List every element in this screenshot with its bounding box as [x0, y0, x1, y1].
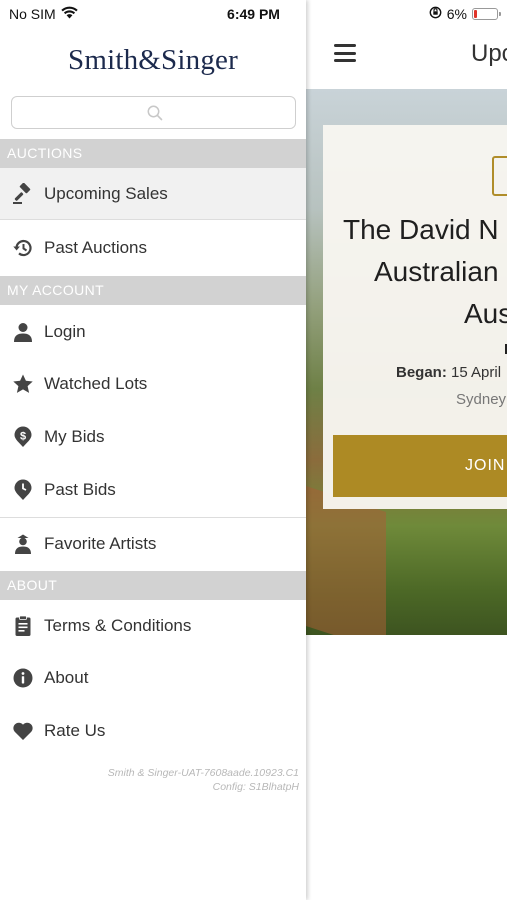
menu-label-terms-conditions: Terms & Conditions: [44, 615, 192, 635]
menu-item-upcoming-sales[interactable]: Upcoming Sales: [0, 168, 306, 219]
artist-icon: [11, 532, 35, 556]
menu-item-past-bids[interactable]: Past Bids: [0, 464, 306, 515]
auction-card[interactable]: The David N Australian Aus I Began: 15 A…: [323, 125, 507, 509]
page-title: Upc: [471, 40, 507, 67]
svg-text:$: $: [20, 430, 26, 442]
section-header-my-account: MY ACCOUNT: [0, 276, 306, 305]
menu-label-rate-us: Rate Us: [44, 720, 106, 740]
dollar-pin-icon: $: [11, 425, 35, 449]
menu-label-my-bids: My Bids: [44, 426, 105, 446]
menu-item-rate-us[interactable]: Rate Us: [0, 705, 306, 756]
search-icon: [146, 104, 164, 122]
heart-icon: [11, 719, 35, 743]
navigation-drawer: Smith&Singer AUCTIONS Upcoming Sales Pas…: [0, 0, 306, 900]
began-value: 15 April: [451, 364, 502, 381]
menu-item-favorite-artists[interactable]: Favorite Artists: [0, 518, 306, 569]
menu-item-my-bids[interactable]: $ My Bids: [0, 411, 306, 462]
menu-item-past-auctions[interactable]: Past Auctions: [0, 222, 306, 273]
battery-percent: 6%: [446, 6, 467, 22]
menu-label-favorite-artists: Favorite Artists: [44, 533, 157, 553]
auction-began: Began: 15 April: [396, 364, 501, 381]
battery-icon: [472, 8, 501, 20]
auction-title-line-3: Aus: [464, 298, 507, 329]
auction-title: The David N Australian Aus: [343, 209, 507, 335]
auction-title-line-1: The David N: [343, 214, 499, 245]
hamburger-menu-icon[interactable]: [334, 44, 356, 62]
clock-pin-icon: [11, 478, 35, 502]
user-icon: [11, 320, 35, 344]
menu-label-login: Login: [44, 321, 86, 341]
menu-divider: [0, 219, 306, 220]
document-icon: [11, 614, 35, 638]
menu-label-upcoming-sales: Upcoming Sales: [44, 183, 168, 203]
menu-label-about: About: [44, 667, 89, 687]
status-right: 6%: [429, 6, 501, 22]
auction-status-badge: [492, 156, 507, 196]
auction-location: Sydney: [456, 391, 507, 408]
began-label: Began:: [396, 364, 447, 381]
gavel-icon: [11, 182, 35, 206]
auction-hero-image[interactable]: The David N Australian Aus I Began: 15 A…: [306, 89, 507, 635]
battery-level: [474, 10, 477, 18]
section-header-about: ABOUT: [0, 571, 306, 600]
menu-item-login[interactable]: Login: [0, 306, 306, 357]
section-header-auctions: AUCTIONS: [0, 139, 306, 168]
history-icon: [11, 236, 35, 260]
version-build: Smith & Singer-UAT-7608aade.10923.C1: [107, 767, 299, 779]
join-button[interactable]: JOIN: [333, 435, 507, 497]
app-version-info: Smith & Singer-UAT-7608aade.10923.C1 Con…: [108, 766, 299, 794]
main-content: Upc The David N Australian Aus I Began: …: [306, 0, 507, 900]
main-header: Upc: [306, 30, 507, 82]
status-bar: No SIM 6:49 PM 6%: [0, 0, 507, 30]
menu-item-terms-conditions[interactable]: Terms & Conditions: [0, 600, 306, 651]
orientation-lock-icon: [429, 6, 442, 22]
menu-label-past-bids: Past Bids: [44, 479, 116, 499]
menu-item-watched-lots[interactable]: Watched Lots: [0, 358, 306, 409]
menu-item-about[interactable]: About: [0, 652, 306, 703]
menu-label-past-auctions: Past Auctions: [44, 237, 148, 257]
brand-logo: Smith&Singer: [68, 44, 238, 76]
menu-label-watched-lots: Watched Lots: [44, 373, 148, 393]
search-input[interactable]: [11, 96, 296, 129]
version-config: Config: S1BlhatpH: [212, 781, 299, 793]
star-icon: [11, 372, 35, 396]
auction-title-line-2: Australian: [374, 256, 499, 287]
info-icon: [11, 666, 35, 690]
